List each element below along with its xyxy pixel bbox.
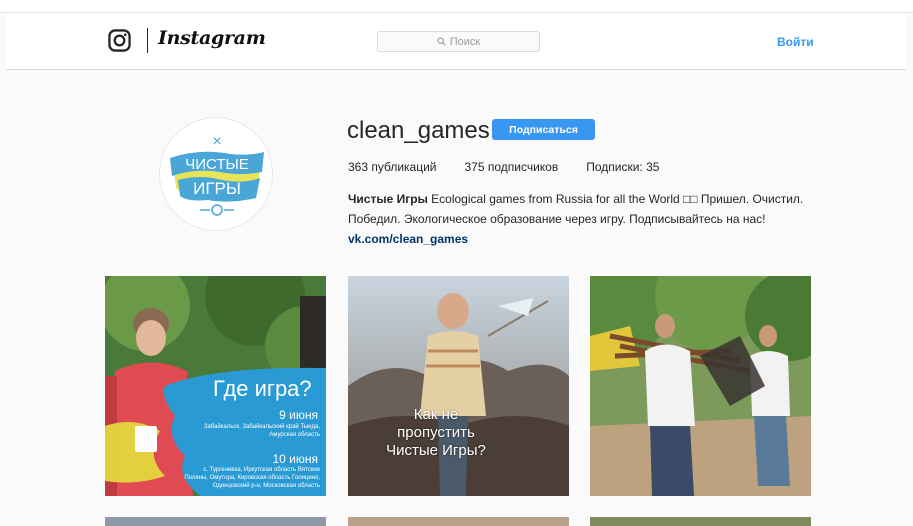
- post-thumbnail[interactable]: Где игра? 9 июня Забайкальск, Забайкальс…: [105, 276, 326, 496]
- following-count[interactable]: Подписки: 35: [586, 160, 659, 174]
- follow-button[interactable]: Подписаться: [492, 119, 595, 140]
- search-icon: [437, 37, 446, 46]
- profile-bio: Чистые Игры Ecological games from Russia…: [348, 189, 818, 249]
- post-image: [590, 276, 811, 496]
- post-headline: Где игра?: [213, 376, 312, 401]
- post-thumbnail[interactable]: [590, 517, 811, 526]
- instagram-wordmark[interactable]: Instagram: [158, 27, 266, 49]
- top-navigation: Instagram Поиск Войти: [6, 13, 906, 70]
- bio-link[interactable]: vk.com/clean_games: [348, 229, 818, 249]
- post-image: [348, 276, 569, 496]
- post-places-1: Забайкальск, Забайкальский край Тында, А…: [203, 424, 320, 438]
- post-places-2: с. Тургеневка, Иркутская область Вятские…: [184, 467, 320, 489]
- logo-divider: [147, 28, 148, 53]
- post-thumbnail[interactable]: Как не пропустить Чистые Игры?: [348, 276, 569, 496]
- profile-username: clean_games: [347, 117, 490, 144]
- search-input[interactable]: Поиск: [377, 31, 540, 52]
- followers-count[interactable]: 375 подписчиков: [465, 160, 559, 174]
- post-thumbnail[interactable]: [348, 517, 569, 526]
- browser-top-strip: [0, 0, 913, 13]
- bio-name: Чистые Игры: [348, 192, 428, 206]
- profile-stats: 363 публикаций 375 подписчиков Подписки:…: [348, 160, 687, 174]
- post-caption: Как не пропустить Чистые Игры?: [386, 406, 486, 459]
- search-placeholder: Поиск: [449, 35, 481, 48]
- profile-avatar[interactable]: × ЧИСТЫЕ ИГРЫ: [159, 117, 273, 231]
- post-date-2: 10 июня: [272, 452, 318, 466]
- avatar-text-1: ЧИСТЫЕ: [185, 156, 249, 173]
- login-link[interactable]: Войти: [777, 35, 814, 49]
- avatar-text-2: ИГРЫ: [193, 179, 241, 198]
- instagram-camera-icon[interactable]: [108, 29, 131, 52]
- svg-text:×: ×: [212, 133, 221, 150]
- clean-games-logo: × ЧИСТЫЕ ИГРЫ: [160, 118, 272, 230]
- post-date-1: 9 июня: [279, 408, 318, 422]
- posts-count: 363 публикаций: [348, 160, 437, 174]
- post-thumbnail[interactable]: [105, 517, 326, 526]
- post-thumbnail[interactable]: [590, 276, 811, 496]
